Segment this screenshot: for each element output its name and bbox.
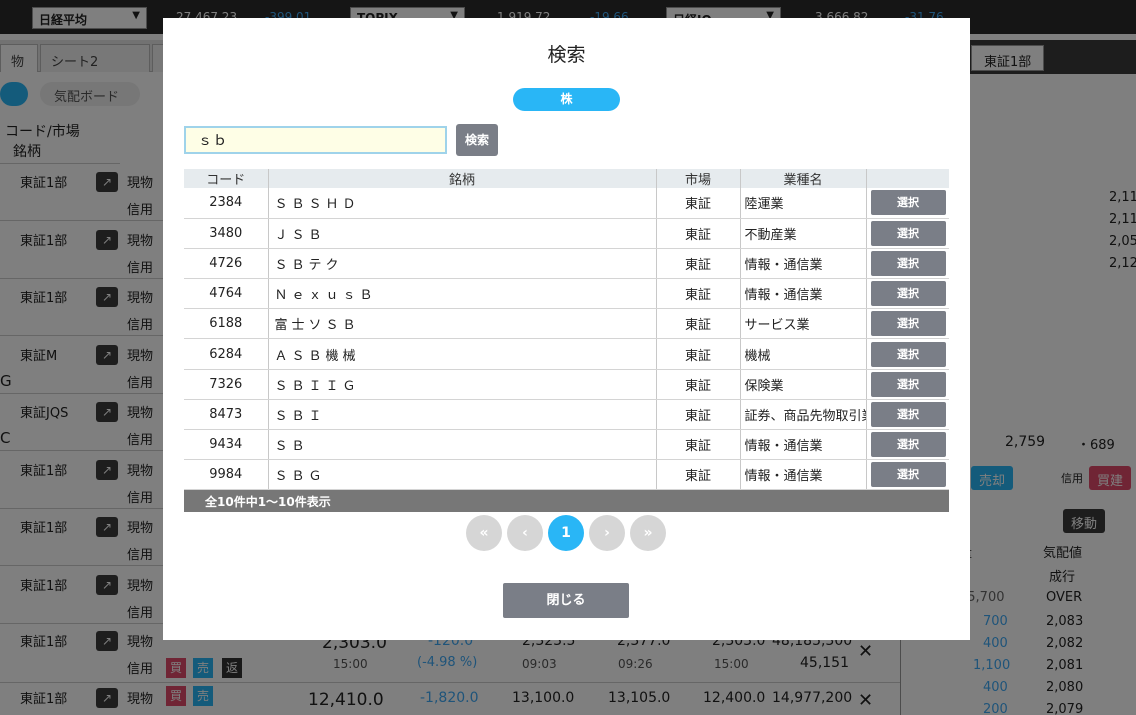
result-industry: 情報・通信業	[740, 278, 867, 310]
result-action-cell: 選択	[866, 369, 949, 400]
col-header-code: コード	[184, 169, 269, 188]
search-input[interactable]	[184, 126, 447, 154]
pager-first-button[interactable]: «	[466, 515, 502, 551]
result-market: 東証	[656, 248, 741, 280]
result-market: 東証	[656, 308, 741, 340]
select-button[interactable]: 選択	[870, 341, 946, 367]
results-summary: 全10件中1〜10件表示	[184, 490, 949, 512]
search-results-table: コード 銘柄 市場 業種名 2384 ＳＢＳＨＤ 東証 陸運業 選択 3480 ＪＳＢ 東証不…	[184, 169, 949, 491]
result-row: 6284 ＡＳＢ機械 東証 機械 選択	[184, 338, 949, 370]
result-row: 3480 ＪＳＢ 東証 不動産業 選択	[184, 218, 949, 249]
select-button[interactable]: 選択	[870, 220, 946, 246]
result-action-cell: 選択	[866, 429, 949, 461]
pager-last-button[interactable]: »	[630, 515, 666, 551]
select-button[interactable]: 選択	[870, 432, 946, 458]
select-button[interactable]: 選択	[870, 401, 946, 427]
col-header-name: 銘柄	[268, 169, 657, 188]
result-industry: 保険業	[740, 369, 867, 400]
result-market: 東証	[656, 429, 741, 461]
result-name: ＳＢＩ	[268, 399, 657, 431]
select-button[interactable]: 選択	[870, 281, 946, 307]
result-market: 東証	[656, 369, 741, 400]
result-row: 9984 ＳＢＧ 東証 情報・通信業 選択	[184, 459, 949, 491]
col-header-market: 市場	[656, 169, 741, 188]
results-header-row: コード 銘柄 市場 業種名	[184, 169, 949, 188]
modal-title: 検索	[547, 44, 586, 66]
select-button[interactable]: 選択	[870, 250, 946, 276]
result-industry: 証券、商品先物取引業	[740, 399, 867, 431]
result-action-cell: 選択	[866, 248, 949, 280]
result-code: 9984	[184, 459, 269, 491]
result-name: ＳＢ	[268, 429, 657, 461]
result-row: 7326 ＳＢＩＩＧ 東証 保険業 選択	[184, 369, 949, 400]
result-industry: 不動産業	[740, 218, 867, 249]
result-name: ＳＢＧ	[268, 459, 657, 491]
result-action-cell: 選択	[866, 188, 949, 219]
select-button[interactable]: 選択	[870, 190, 946, 216]
result-code: 9434	[184, 429, 269, 461]
pager-prev-button[interactable]: ‹	[507, 515, 543, 551]
result-action-cell: 選択	[866, 399, 949, 431]
col-header-action	[866, 169, 949, 188]
result-industry: 情報・通信業	[740, 429, 867, 461]
select-button[interactable]: 選択	[870, 371, 946, 397]
result-market: 東証	[656, 338, 741, 370]
result-code: 8473	[184, 399, 269, 431]
result-row: 6188 富士ソＳＢ 東証 サービス業 選択	[184, 308, 949, 340]
search-modal: 検索 株 検索 コード 銘柄 市場 業種名 2384ＳＢＳＨＤ東証陸運業選択34…	[163, 18, 970, 640]
select-button[interactable]: 選択	[870, 462, 946, 488]
result-market: 東証	[656, 278, 741, 310]
result-code: 2384	[184, 188, 269, 219]
result-market: 東証	[656, 399, 741, 431]
close-button[interactable]: 閉じる	[503, 583, 629, 618]
result-code: 6188	[184, 308, 269, 340]
result-name: ＳＢテク	[268, 248, 657, 280]
result-code: 4764	[184, 278, 269, 310]
result-row: 4726 ＳＢテク 東証 情報・通信業 選択	[184, 248, 949, 280]
result-name: ＳＢＩＩＧ	[268, 369, 657, 400]
result-market: 東証	[656, 218, 741, 249]
result-name: ＳＢＳＨＤ	[268, 188, 657, 219]
result-industry: 陸運業	[740, 188, 867, 219]
result-action-cell: 選択	[866, 338, 949, 370]
result-code: 6284	[184, 338, 269, 370]
result-market: 東証	[656, 459, 741, 491]
stock-type-toggle[interactable]: 株	[513, 88, 620, 111]
result-industry: サービス業	[740, 308, 867, 340]
result-code: 4726	[184, 248, 269, 280]
pager-current-page[interactable]: 1	[548, 515, 584, 551]
pager-next-button[interactable]: ›	[589, 515, 625, 551]
result-action-cell: 選択	[866, 308, 949, 340]
result-code: 7326	[184, 369, 269, 400]
result-row: 9434 ＳＢ 東証 情報・通信業 選択	[184, 429, 949, 461]
result-industry: 情報・通信業	[740, 248, 867, 280]
result-action-cell: 選択	[866, 278, 949, 310]
result-code: 3480	[184, 218, 269, 249]
result-name: ＮｅｘｕｓＢ	[268, 278, 657, 310]
result-name: ＪＳＢ	[268, 218, 657, 249]
result-row: 8473 ＳＢＩ 東証 証券、商品先物取引業 選択	[184, 399, 949, 431]
result-industry: 情報・通信業	[740, 459, 867, 491]
result-name: ＡＳＢ機械	[268, 338, 657, 370]
col-header-industry: 業種名	[740, 169, 867, 188]
search-button[interactable]: 検索	[456, 124, 498, 156]
result-row: 2384 ＳＢＳＨＤ 東証 陸運業 選択	[184, 188, 949, 219]
select-button[interactable]: 選択	[870, 311, 946, 337]
result-name: 富士ソＳＢ	[268, 308, 657, 340]
result-market: 東証	[656, 188, 741, 219]
result-row: 4764 ＮｅｘｕｓＢ 東証 情報・通信業 選択	[184, 278, 949, 310]
result-industry: 機械	[740, 338, 867, 370]
result-action-cell: 選択	[866, 459, 949, 491]
result-action-cell: 選択	[866, 218, 949, 249]
